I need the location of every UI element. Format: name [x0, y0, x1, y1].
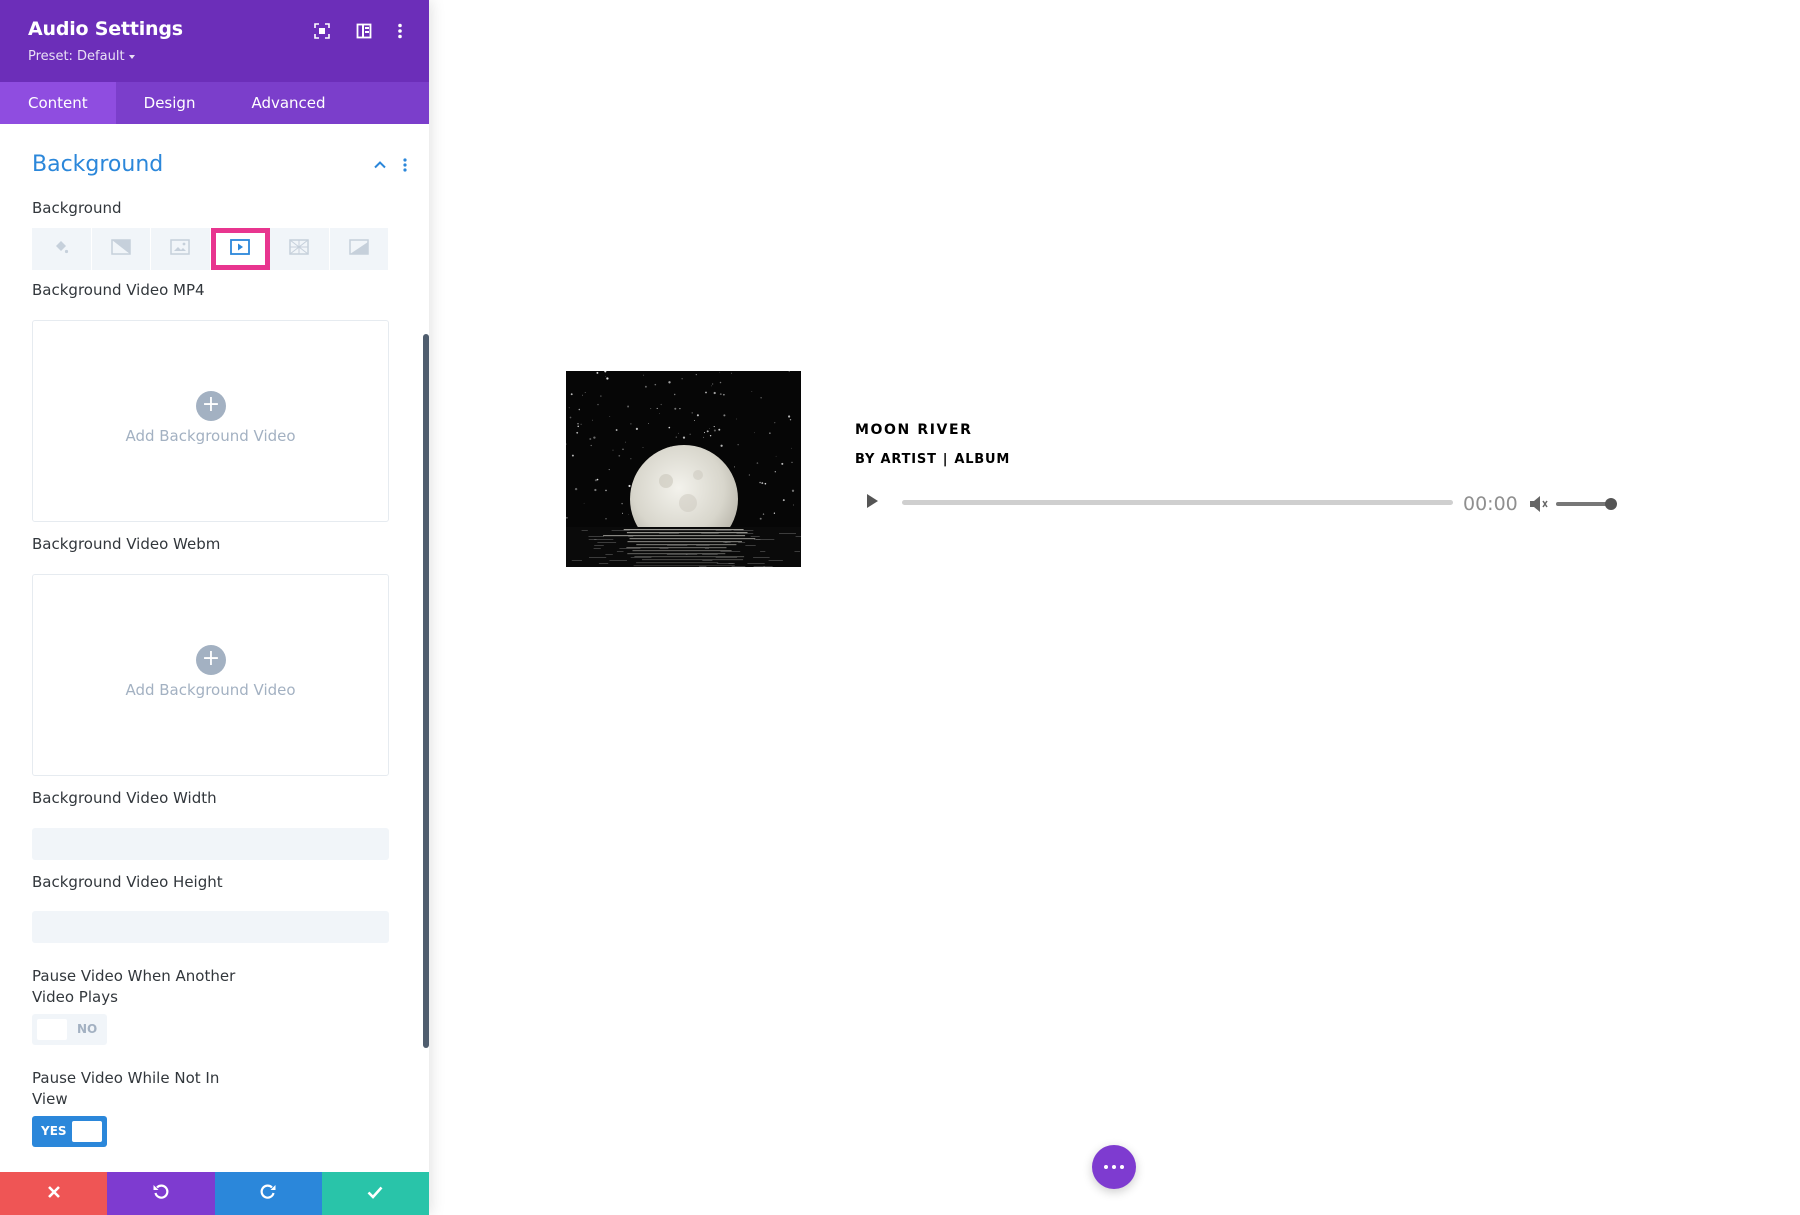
bg-type-pattern[interactable]: [270, 228, 330, 270]
track-album: ALBUM: [954, 452, 1011, 467]
progress-bar[interactable]: [902, 500, 1453, 505]
more-horizontal-icon: [1102, 1165, 1126, 1169]
pause-view-label: Pause Video While Not In View: [32, 1068, 219, 1110]
undo-button[interactable]: [107, 1172, 215, 1215]
chevron-up-icon[interactable]: [373, 157, 387, 171]
panel-title: Audio Settings: [28, 18, 183, 40]
pause-other-label: Pause Video When Another Video Plays: [32, 966, 235, 1008]
video-mp4-label: Background Video MP4: [32, 281, 205, 299]
video-height-label: Background Video Height: [32, 873, 223, 891]
split-view-icon[interactable]: [353, 20, 375, 42]
add-video-mp4-button[interactable]: Add Background Video: [33, 427, 388, 445]
video-width-label: Background Video Width: [32, 789, 217, 807]
volume-slider-track[interactable]: [1556, 502, 1612, 506]
tab-design[interactable]: Design: [116, 82, 224, 124]
video-height-input[interactable]: [32, 911, 389, 943]
mask-icon: [349, 239, 369, 259]
pause-other-toggle[interactable]: NO: [32, 1014, 107, 1045]
plus-icon: +: [196, 645, 226, 675]
more-vertical-icon[interactable]: [389, 20, 411, 42]
bg-type-mask[interactable]: [329, 228, 389, 270]
panel-footer: [0, 1172, 429, 1215]
preset-dropdown[interactable]: Preset: Default: [28, 49, 135, 64]
album-cover-image: [566, 371, 801, 567]
redo-button[interactable]: [214, 1172, 322, 1215]
play-icon: [864, 494, 880, 515]
gradient-icon: [111, 239, 131, 259]
volume-button[interactable]: [1528, 493, 1550, 515]
toggle-knob: [72, 1121, 102, 1142]
expand-icon[interactable]: [311, 20, 333, 42]
pause-view-toggle[interactable]: YES: [32, 1116, 107, 1147]
panel-body[interactable]: Background Background Background Video M…: [0, 124, 429, 1172]
bg-type-image[interactable]: [151, 228, 211, 270]
toggle-knob: [37, 1019, 67, 1040]
panel-scrollbar[interactable]: [423, 334, 429, 1048]
video-webm-label: Background Video Webm: [32, 535, 221, 553]
check-icon: [367, 1184, 383, 1203]
image-icon: [170, 239, 190, 259]
tab-advanced[interactable]: Advanced: [223, 82, 353, 124]
video-width-input[interactable]: [32, 828, 389, 860]
bg-type-color[interactable]: [32, 228, 92, 270]
redo-icon: [259, 1183, 277, 1205]
video-icon: [229, 239, 250, 259]
bg-type-video[interactable]: [210, 228, 270, 270]
bg-type-gradient[interactable]: [91, 228, 151, 270]
tab-content[interactable]: Content: [0, 82, 116, 124]
volume-slider-handle[interactable]: [1605, 498, 1617, 510]
background-label: Background: [32, 199, 122, 217]
track-artist: BY ARTIST: [855, 452, 937, 467]
track-meta: BY ARTIST | ALBUM: [855, 452, 1010, 467]
close-icon: [47, 1184, 61, 1203]
play-button[interactable]: [864, 491, 880, 511]
preset-label: Preset: Default: [28, 49, 125, 64]
undo-icon: [152, 1183, 170, 1205]
pattern-icon: [289, 239, 309, 259]
pause-view-label-line1: Pause Video While Not In: [32, 1069, 220, 1087]
page-settings-fab[interactable]: [1092, 1145, 1136, 1189]
video-webm-upload[interactable]: + Add Background Video: [32, 574, 389, 776]
save-button[interactable]: [321, 1172, 429, 1215]
background-type-selector: [32, 228, 389, 270]
video-mp4-upload[interactable]: + Add Background Video: [32, 320, 389, 522]
add-video-webm-button[interactable]: Add Background Video: [33, 681, 388, 699]
toggle-state-label: YES: [41, 1124, 67, 1138]
cancel-button[interactable]: [0, 1172, 108, 1215]
toggle-state-label: NO: [77, 1022, 98, 1036]
meta-separator: |: [942, 452, 949, 467]
pause-other-label-line1: Pause Video When Another: [32, 967, 236, 985]
speaker-icon: [1528, 496, 1550, 519]
track-title: MOON RIVER: [855, 422, 973, 438]
pause-view-label-line2: View: [32, 1090, 68, 1108]
section-title[interactable]: Background: [32, 152, 163, 177]
current-time: 00:00: [1463, 493, 1518, 515]
plus-icon: +: [196, 391, 226, 421]
settings-panel: Audio Settings Preset: Default Content D…: [0, 0, 429, 1215]
color-bucket-icon: [53, 239, 69, 259]
caret-down-icon: [128, 54, 135, 59]
panel-header: Audio Settings Preset: Default: [0, 0, 429, 82]
pause-other-label-line2: Video Plays: [32, 988, 118, 1006]
tab-bar: Content Design Advanced: [0, 82, 429, 124]
section-more-icon[interactable]: [398, 157, 412, 172]
